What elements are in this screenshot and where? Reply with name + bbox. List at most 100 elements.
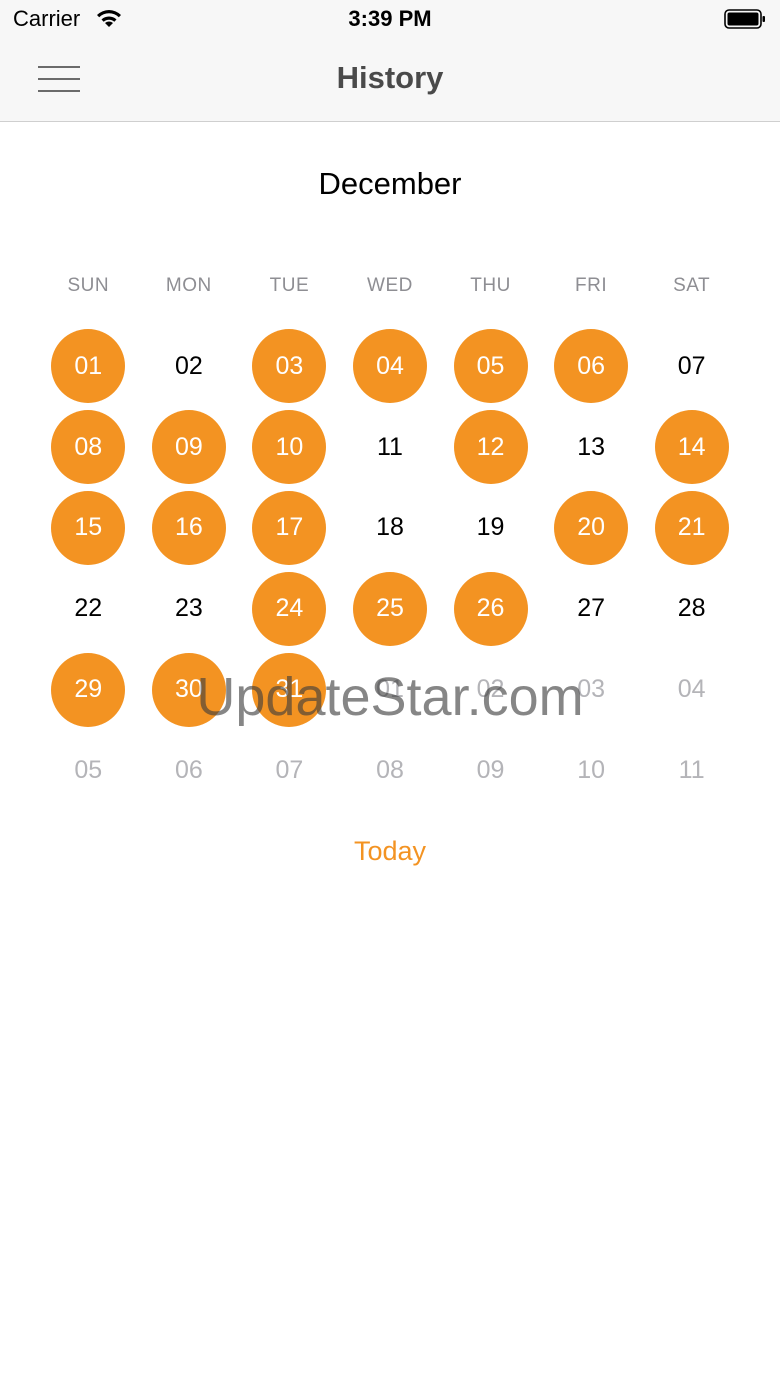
day-number: 21 [677, 513, 706, 542]
day-number: 01 [74, 351, 103, 380]
day-number: 15 [74, 513, 103, 542]
calendar-day[interactable]: 28 [641, 568, 742, 649]
day-number: 28 [677, 594, 706, 623]
calendar-day[interactable]: 05 [440, 326, 541, 407]
calendar-day[interactable]: 26 [440, 568, 541, 649]
navigation-bar: History [0, 40, 780, 122]
calendar-day-other-month[interactable]: 10 [541, 730, 642, 811]
calendar-day[interactable]: 31 [239, 649, 340, 730]
day-number: 14 [677, 432, 706, 461]
day-number: 23 [174, 594, 203, 623]
weekday-label: TUE [269, 275, 310, 296]
calendar-day-other-month[interactable]: 05 [38, 730, 139, 811]
day-number: 06 [174, 755, 203, 784]
day-number: 08 [376, 755, 404, 784]
day-number: 27 [577, 594, 605, 623]
calendar-day[interactable]: 03 [239, 326, 340, 407]
calendar-day[interactable]: 08 [38, 407, 139, 488]
day-number: 13 [577, 432, 605, 461]
calendar-day-other-month[interactable]: 04 [641, 649, 742, 730]
day-number: 19 [476, 513, 505, 542]
calendar-day[interactable]: 21 [641, 488, 742, 569]
calendar-day[interactable]: 30 [139, 649, 240, 730]
day-number: 04 [376, 351, 404, 380]
calendar-day[interactable]: 29 [38, 649, 139, 730]
day-number: 08 [74, 432, 103, 461]
day-number: 16 [174, 513, 203, 542]
calendar-day[interactable]: 16 [139, 488, 240, 569]
calendar-day[interactable]: 01 [38, 326, 139, 407]
day-number: 31 [275, 675, 304, 704]
calendar-day[interactable]: 20 [541, 488, 642, 569]
day-number: 30 [174, 675, 203, 704]
page-title: History [336, 60, 444, 95]
battery-icon [724, 9, 766, 29]
day-number: 20 [577, 513, 605, 542]
calendar-day[interactable]: 18 [340, 488, 441, 569]
day-number: 09 [174, 432, 203, 461]
calendar-day[interactable]: 10 [239, 407, 340, 488]
day-number: 07 [275, 755, 304, 784]
day-number: 05 [476, 351, 505, 380]
day-number: 03 [275, 351, 304, 380]
day-number: 06 [577, 351, 605, 380]
day-number: 22 [74, 594, 103, 623]
weekday-header: SUN MON TUE WED THU FRI SAT [38, 275, 742, 299]
calendar-day[interactable]: 13 [541, 407, 642, 488]
calendar-day[interactable]: 12 [440, 407, 541, 488]
calendar-day-other-month[interactable]: 06 [139, 730, 240, 811]
status-time: 3:39 PM [348, 6, 432, 31]
calendar-day[interactable]: 07 [641, 326, 742, 407]
day-number: 02 [174, 351, 203, 380]
calendar-day[interactable]: 09 [139, 407, 240, 488]
calendar-day-other-month[interactable]: 01 [340, 649, 441, 730]
today-button[interactable]: Today [354, 836, 426, 866]
day-number: 10 [577, 755, 605, 784]
weekday-label: SUN [67, 275, 110, 296]
calendar-day[interactable]: 14 [641, 407, 742, 488]
calendar-day-other-month[interactable]: 08 [340, 730, 441, 811]
day-number: 26 [476, 594, 505, 623]
day-number: 07 [677, 351, 706, 380]
calendar-day[interactable]: 24 [239, 568, 340, 649]
day-number: 01 [376, 675, 404, 704]
calendar-day[interactable]: 02 [139, 326, 240, 407]
day-number: 18 [376, 513, 404, 542]
day-number: 24 [275, 594, 304, 623]
today-button-row: Today [0, 836, 780, 867]
day-number: 05 [74, 755, 103, 784]
day-number: 10 [275, 432, 304, 461]
day-number: 11 [376, 432, 403, 461]
day-number: 09 [476, 755, 505, 784]
day-number: 12 [476, 432, 505, 461]
weekday-label: WED [367, 275, 413, 296]
day-number: 25 [376, 594, 404, 623]
calendar-day[interactable]: 15 [38, 488, 139, 569]
status-bar: Carrier 3:39 PM [0, 0, 780, 40]
calendar-grid: 01 02 03 04 05 06 07 08 09 10 11 12 13 14 15 16 17 18 19 20… [38, 326, 742, 811]
weekday-label: THU [470, 275, 511, 296]
calendar-day[interactable]: 23 [139, 568, 240, 649]
calendar-day[interactable]: 04 [340, 326, 441, 407]
calendar-day[interactable]: 11 [340, 407, 441, 488]
calendar-day[interactable]: 17 [239, 488, 340, 569]
day-number: 04 [677, 675, 706, 704]
calendar-day[interactable]: 19 [440, 488, 541, 569]
calendar-day-other-month[interactable]: 11 [641, 730, 742, 811]
calendar-day-other-month[interactable]: 03 [541, 649, 642, 730]
calendar-day-other-month[interactable]: 07 [239, 730, 340, 811]
calendar-day-other-month[interactable]: 09 [440, 730, 541, 811]
weekday-label: MON [165, 275, 212, 296]
day-number: 03 [577, 675, 605, 704]
calendar-day-other-month[interactable]: 02 [440, 649, 541, 730]
calendar-day[interactable]: 27 [541, 568, 642, 649]
day-number: 11 [678, 755, 705, 784]
weekday-label: SAT [673, 275, 711, 296]
day-number: 17 [275, 513, 304, 542]
calendar-day[interactable]: 06 [541, 326, 642, 407]
calendar-day[interactable]: 22 [38, 568, 139, 649]
calendar-day[interactable]: 25 [340, 568, 441, 649]
month-title: December [318, 166, 462, 201]
day-number: 29 [74, 675, 103, 704]
weekday-label: FRI [575, 275, 608, 296]
